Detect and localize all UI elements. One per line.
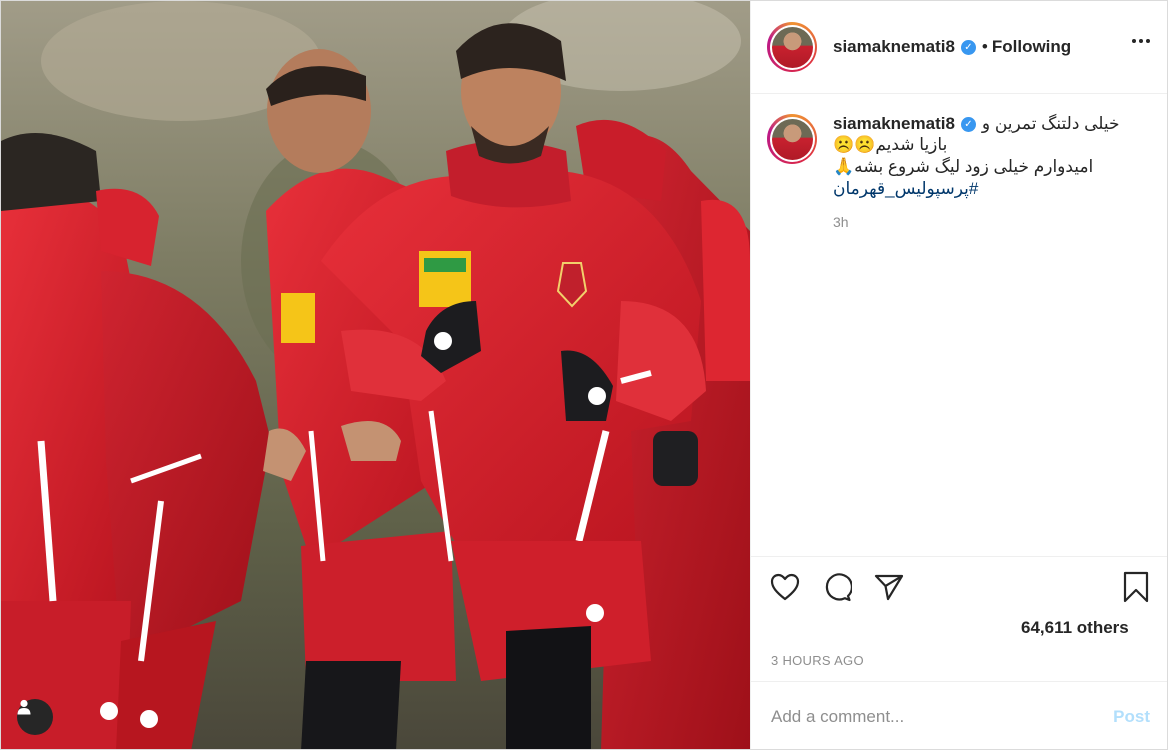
comment-button[interactable] xyxy=(821,571,853,603)
caption-line-1: خیلی دلتنگ تمرین و xyxy=(981,114,1120,133)
bookmark-icon xyxy=(1123,571,1149,603)
caption-avatar[interactable] xyxy=(767,114,817,164)
following-button[interactable]: Following xyxy=(992,37,1071,57)
verified-badge-icon: ✓ xyxy=(960,39,976,55)
verified-badge-icon: ✓ xyxy=(960,116,976,132)
post-comment-button[interactable]: Post xyxy=(1113,707,1150,727)
post-sidebar: siamaknemati8 ✓ • Following siamaknemati… xyxy=(750,1,1167,749)
user-tag-button[interactable] xyxy=(17,699,53,735)
hashtag-link[interactable]: #پرسپولیس_قهرمان xyxy=(833,179,978,198)
avatar[interactable] xyxy=(767,22,817,72)
comments-section: siamaknemati8 ✓ خیلی دلتنگ تمرین و بازیا… xyxy=(751,94,1167,556)
share-button[interactable] xyxy=(873,571,905,603)
post-dialog: siamaknemati8 ✓ • Following siamaknemati… xyxy=(0,0,1168,750)
caption-timestamp[interactable]: 3h xyxy=(833,214,1133,230)
separator-dot: • xyxy=(981,37,988,56)
heart-icon xyxy=(770,573,800,601)
comment-input[interactable] xyxy=(771,706,1114,727)
username-link[interactable]: siamaknemati8 xyxy=(833,37,955,57)
post-photo[interactable] xyxy=(1,1,750,749)
caption-line-2: بازیا شدیم☹️☹️ xyxy=(833,135,948,154)
post-actions: 64,611 others 3 HOURS AGO xyxy=(751,556,1167,681)
photo-illustration xyxy=(1,1,750,749)
caption-line-3: امیدوارم خیلی زود لیگ شروع بشه🙏 xyxy=(833,157,1094,176)
save-button[interactable] xyxy=(1120,571,1152,603)
avatar-image xyxy=(771,118,813,160)
avatar-image xyxy=(771,26,813,68)
more-options-button[interactable] xyxy=(1132,39,1150,43)
paper-plane-icon xyxy=(874,574,904,601)
like-button[interactable] xyxy=(769,571,801,603)
add-comment-form: Post xyxy=(751,681,1167,749)
comment-bubble-icon xyxy=(825,573,852,602)
likes-count[interactable]: 64,611 others xyxy=(1021,618,1129,638)
post-header: siamaknemati8 ✓ • Following xyxy=(751,1,1167,94)
ellipsis-icon xyxy=(1132,39,1136,43)
post-date[interactable]: 3 HOURS AGO xyxy=(771,653,864,668)
caption-comment: siamaknemati8 ✓ خیلی دلتنگ تمرین و بازیا… xyxy=(767,114,1154,230)
caption-username-link[interactable]: siamaknemati8 xyxy=(833,114,955,134)
user-tag-icon xyxy=(17,699,31,715)
